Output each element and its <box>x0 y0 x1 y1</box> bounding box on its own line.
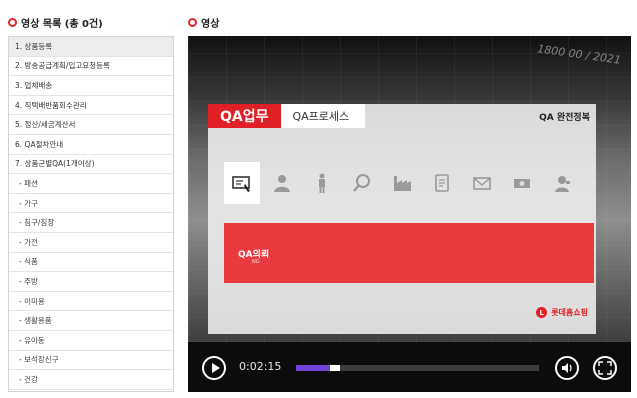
volume-button[interactable] <box>555 356 579 380</box>
factory-icon <box>384 162 420 204</box>
list-item[interactable]: 6. QA절차안내 <box>9 135 173 155</box>
clipboard-icon <box>424 162 460 204</box>
progress-bar[interactable] <box>296 365 539 371</box>
video-header: 영상 <box>188 12 219 32</box>
brand-logo: L 롯데홈쇼핑 <box>536 307 588 318</box>
video-list-title: 영상 목록 (총 0건) <box>21 18 103 30</box>
video-player[interactable]: 1800 00 / 2021 QA업무 QA프로세스 QA 완전정복 QA의뢰 … <box>188 36 631 392</box>
fullscreen-button[interactable] <box>593 356 617 380</box>
video-list-header: 영상 목록 (총 0건) <box>8 12 103 32</box>
list-item[interactable]: - 생활용품 <box>9 311 173 331</box>
current-time: 0:02:15 <box>239 360 282 373</box>
list-item[interactable]: - 건강 <box>9 370 173 390</box>
qa-request-subtext: NG <box>252 259 260 265</box>
progress-played <box>296 365 331 371</box>
person-icon <box>264 162 300 204</box>
list-item[interactable]: - 가구 <box>9 194 173 214</box>
list-item[interactable]: 4. 직택배반품회수관리 <box>9 96 173 116</box>
standing-person-icon <box>304 162 340 204</box>
video-list: 1. 상품등록 2. 방송공급계획/입고요청등록 3. 업체배송 4. 직택배반품회수… <box>8 36 174 392</box>
progress-buffered <box>330 365 340 371</box>
list-item[interactable]: 3. 업체배송 <box>9 76 173 96</box>
bullet-circle-icon <box>8 17 17 27</box>
video-title: 영상 <box>201 18 220 30</box>
bullet-circle-icon <box>188 17 197 27</box>
list-item[interactable]: - 패션 <box>9 174 173 194</box>
list-item[interactable]: - 주방 <box>9 272 173 292</box>
speaker-icon <box>562 363 572 373</box>
expand-icon <box>598 361 612 375</box>
qa-complete-label: QA 완전정복 <box>539 112 590 123</box>
qa-request-panel: QA의뢰 NG <box>224 223 594 283</box>
envelope-icon <box>464 162 500 204</box>
list-item[interactable]: - 이미용 <box>9 292 173 312</box>
document-pen-icon <box>224 162 260 204</box>
magnifier-icon <box>344 162 380 204</box>
video-frame[interactable]: 1800 00 / 2021 QA업무 QA프로세스 QA 완전정복 QA의뢰 … <box>188 36 631 342</box>
qa-step-icons <box>224 162 580 204</box>
list-item[interactable]: - 유아동 <box>9 331 173 351</box>
brand-name: 롯데홈쇼핑 <box>551 308 588 317</box>
support-person-icon <box>544 162 580 204</box>
list-item[interactable]: - 침구/침장 <box>9 213 173 233</box>
qa-process-tab: QA프로세스 <box>280 104 366 128</box>
play-button[interactable] <box>202 356 226 380</box>
list-item[interactable]: - 가전 <box>9 233 173 253</box>
list-item[interactable]: - 식품 <box>9 253 173 273</box>
cash-icon <box>504 162 540 204</box>
brand-mark-icon: L <box>536 307 548 318</box>
list-item[interactable]: - 보석장신구 <box>9 351 173 371</box>
list-item[interactable]: 5. 정산/세금계산서 <box>9 115 173 135</box>
list-item[interactable]: 1. 상품등록 <box>9 37 173 57</box>
qa-slide: QA업무 QA프로세스 QA 완전정복 QA의뢰 NG L 롯데홈쇼핑 <box>208 104 596 334</box>
player-controls: 0:02:15 <box>188 342 631 392</box>
qa-slide-header: QA업무 QA프로세스 QA 완전정복 <box>208 104 596 128</box>
list-item[interactable]: 2. 방송공급계획/입고요청등록 <box>9 57 173 77</box>
qa-title: QA업무 <box>208 104 281 128</box>
list-item[interactable]: 7. 상품군별QA(1개이상) <box>9 155 173 175</box>
